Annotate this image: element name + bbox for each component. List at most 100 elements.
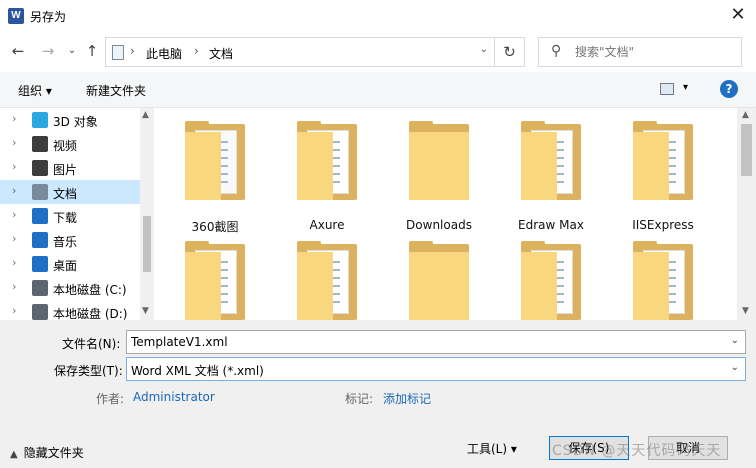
tree-item[interactable]: › 视频 bbox=[0, 132, 140, 156]
file-list-scrollbar-thumb[interactable] bbox=[741, 124, 752, 176]
breadcrumb-this-pc[interactable]: 此电脑 bbox=[146, 45, 182, 62]
drive-d-icon bbox=[32, 304, 48, 320]
expand-chevron-icon[interactable]: › bbox=[12, 280, 16, 293]
recent-locations-chevron-icon[interactable]: ⌄ bbox=[62, 41, 82, 61]
documents-icon bbox=[32, 184, 48, 200]
expand-chevron-icon[interactable]: › bbox=[12, 160, 16, 173]
folder-label: Downloads bbox=[406, 218, 472, 232]
folder-icon bbox=[409, 121, 469, 200]
tree-item[interactable]: › 文档 bbox=[0, 180, 140, 204]
file-list-view: 360截图 Axure Downloads Edraw Max IISExpress ▲… bbox=[155, 108, 756, 320]
close-button[interactable]: ✕ bbox=[726, 4, 750, 28]
folder-item[interactable]: 360截图 bbox=[165, 114, 265, 234]
tree-item-label: 视频 bbox=[53, 139, 78, 153]
folder-item[interactable]: IISExpress bbox=[613, 114, 713, 232]
tree-item-label: 本地磁盘 (C:) bbox=[53, 283, 127, 297]
filetype-value: Word XML 文档 (*.xml) bbox=[131, 364, 264, 378]
tree-item-label: 下载 bbox=[53, 211, 78, 225]
filetype-dropdown-icon[interactable]: ⌄ bbox=[731, 362, 739, 373]
toolbar: 组织 ▾ 新建文件夹 ▾ ? bbox=[0, 72, 756, 108]
tools-label: 工具(L) bbox=[467, 442, 508, 456]
expand-chevron-icon[interactable]: › bbox=[12, 208, 16, 221]
navigation-pane: › 3D 对象 › 视频 › 图片 › 文档 › 下载 › 音乐 › 桌面 › 本地磁盘 (C:) › 本地磁盘 … bbox=[0, 108, 154, 321]
save-form: 文件名(N): ⌄ 保存类型(T): Word XML 文档 (*.xml) ⌄… bbox=[0, 320, 756, 468]
tree-scrollbar[interactable]: ▲ ▼ bbox=[140, 108, 154, 320]
up-arrow-icon[interactable]: ↑ bbox=[82, 41, 102, 61]
video-icon bbox=[32, 136, 48, 152]
filetype-label: 保存类型(T): bbox=[54, 364, 123, 378]
expand-chevron-icon[interactable]: › bbox=[12, 112, 16, 125]
watermark-text: CSDN @天天代码码天天 bbox=[552, 443, 722, 459]
window-title: 另存为 bbox=[30, 10, 67, 24]
view-options-dropdown-icon[interactable]: ▾ bbox=[683, 82, 688, 93]
author-value[interactable]: Administrator bbox=[133, 390, 215, 404]
expand-chevron-icon[interactable]: › bbox=[12, 184, 16, 197]
breadcrumb-separator-icon: › bbox=[194, 44, 199, 58]
folder-item[interactable] bbox=[277, 234, 377, 320]
hide-folders-label: 隐藏文件夹 bbox=[23, 446, 84, 460]
refresh-icon[interactable]: ↻ bbox=[494, 38, 524, 66]
folder-icon bbox=[633, 121, 693, 200]
filename-input[interactable] bbox=[131, 334, 721, 350]
tools-menu[interactable]: 工具(L) ▾ bbox=[467, 440, 517, 457]
scroll-up-icon[interactable]: ▲ bbox=[742, 110, 749, 120]
tree-item[interactable]: › 下载 bbox=[0, 204, 140, 228]
change-view-icon[interactable] bbox=[660, 83, 674, 95]
desktop-icon bbox=[32, 256, 48, 272]
file-list-scrollbar[interactable]: ▲ ▼ bbox=[737, 108, 756, 320]
scroll-up-icon[interactable]: ▲ bbox=[142, 110, 149, 120]
new-folder-button[interactable]: 新建文件夹 bbox=[86, 82, 146, 99]
folder-item[interactable] bbox=[613, 234, 713, 320]
tree-item-label: 3D 对象 bbox=[53, 115, 98, 129]
folder-icon bbox=[409, 241, 469, 320]
folder-item[interactable]: Downloads bbox=[389, 114, 489, 232]
folder-item[interactable] bbox=[165, 234, 265, 320]
tree-item[interactable]: › 本地磁盘 (C:) bbox=[0, 276, 140, 300]
folder-icon bbox=[521, 241, 581, 320]
filename-field[interactable]: ⌄ bbox=[126, 330, 746, 354]
search-icon: ⚲ bbox=[551, 43, 562, 59]
scroll-down-icon[interactable]: ▼ bbox=[742, 306, 749, 316]
tree-item[interactable]: › 图片 bbox=[0, 156, 140, 180]
tree-item[interactable]: › 音乐 bbox=[0, 228, 140, 252]
folder-item[interactable] bbox=[389, 234, 489, 320]
tree-scrollbar-thumb[interactable] bbox=[143, 216, 151, 272]
scroll-down-icon[interactable]: ▼ bbox=[142, 306, 149, 316]
folder-item[interactable] bbox=[501, 234, 601, 320]
word-app-icon: W bbox=[8, 8, 24, 24]
tree-item-label: 音乐 bbox=[53, 235, 78, 249]
folder-item[interactable]: Axure bbox=[277, 114, 377, 232]
expand-chevron-icon[interactable]: › bbox=[12, 136, 16, 149]
back-arrow-icon[interactable]: ← bbox=[8, 41, 28, 61]
folder-label: Axure bbox=[309, 218, 345, 232]
tree-item-label: 文档 bbox=[53, 187, 78, 201]
address-dropdown-icon[interactable]: ⌄ bbox=[480, 44, 488, 55]
forward-arrow-icon[interactable]: → bbox=[38, 41, 58, 61]
documents-location-icon bbox=[112, 45, 124, 60]
folder-icon bbox=[521, 121, 581, 200]
tree-item[interactable]: › 3D 对象 bbox=[0, 108, 140, 132]
music-icon bbox=[32, 232, 48, 248]
expand-chevron-icon[interactable]: › bbox=[12, 304, 16, 317]
help-icon[interactable]: ? bbox=[720, 80, 738, 98]
tree-item-label: 图片 bbox=[53, 163, 78, 177]
author-label: 作者: bbox=[96, 392, 125, 406]
expand-chevron-icon[interactable]: › bbox=[12, 256, 16, 269]
tags-label: 标记: bbox=[345, 392, 374, 406]
filename-dropdown-icon[interactable]: ⌄ bbox=[731, 335, 739, 346]
tags-value[interactable]: 添加标记 bbox=[383, 390, 431, 407]
organize-menu[interactable]: 组织 ▾ bbox=[18, 82, 52, 99]
expand-chevron-icon[interactable]: › bbox=[12, 232, 16, 245]
tree-item[interactable]: › 桌面 bbox=[0, 252, 140, 276]
navigation-bar: ← → ⌄ ↑ › 此电脑 › 文档 ⌄ ↻ ⚲ bbox=[0, 32, 756, 72]
downloads-icon bbox=[32, 208, 48, 224]
title-bar: W 另存为 ✕ bbox=[0, 0, 756, 32]
folder-item[interactable]: Edraw Max bbox=[501, 114, 601, 232]
search-box[interactable]: ⚲ bbox=[538, 37, 742, 67]
hide-folders-toggle[interactable]: ▲ 隐藏文件夹 bbox=[10, 444, 84, 461]
address-bar[interactable]: › 此电脑 › 文档 ⌄ ↻ bbox=[105, 37, 525, 67]
breadcrumb-documents[interactable]: 文档 bbox=[209, 45, 233, 62]
search-input[interactable] bbox=[575, 43, 735, 61]
filetype-select[interactable]: Word XML 文档 (*.xml) ⌄ bbox=[126, 357, 746, 381]
folder-icon bbox=[297, 121, 357, 200]
